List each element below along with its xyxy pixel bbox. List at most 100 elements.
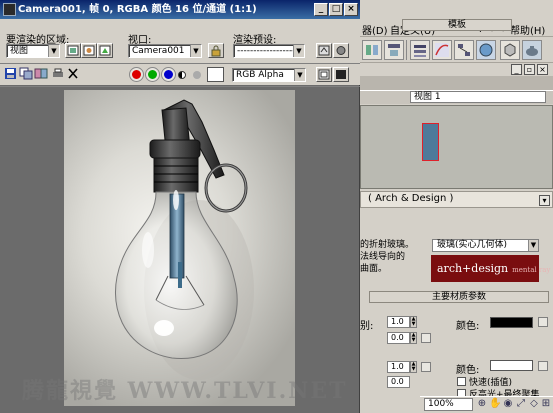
render-output-canvas[interactable] <box>64 90 295 406</box>
edit-region-icon[interactable] <box>65 43 81 58</box>
schematic-view-icon[interactable] <box>454 40 474 60</box>
environment-effects-icon[interactable] <box>333 43 349 58</box>
template-description-line: 法线导向的 <box>360 252 406 262</box>
map-button[interactable] <box>421 362 431 372</box>
maximize-button[interactable]: □ <box>329 3 343 16</box>
auto-region-icon[interactable] <box>81 43 97 58</box>
restore-icon[interactable]: ▫ <box>524 64 535 75</box>
toggle-ui-overlay-icon[interactable] <box>316 67 332 82</box>
render-setup-icon[interactable] <box>316 43 332 58</box>
diffuse-level-label: 别: <box>360 321 374 332</box>
render-preset-select[interactable]: ------------------- ▼ <box>233 44 305 58</box>
save-image-icon[interactable] <box>4 67 20 82</box>
render-setup-icon[interactable] <box>500 40 520 60</box>
template-select-value: 玻璃(实心几何体) <box>437 240 508 250</box>
controls-divider <box>0 63 360 64</box>
area-to-render-value: 视图 <box>10 46 29 56</box>
screen: 器(D) 自定义(U) MAXScript(M) 帮助(H) _ ▫ × 视图 … <box>0 0 553 413</box>
mirror-tool-icon[interactable] <box>362 40 382 60</box>
layer-manager-icon[interactable] <box>410 40 430 60</box>
swatch-color-box[interactable] <box>207 67 224 82</box>
toggle-ui-icon[interactable] <box>333 67 349 82</box>
glossiness-spinner[interactable]: 0.0 <box>387 376 410 388</box>
alpha-channel-toggle[interactable] <box>178 71 186 79</box>
diffuse-color-swatch[interactable] <box>490 317 533 328</box>
minimize-icon[interactable]: _ <box>511 64 522 75</box>
material-type-dropdown-icon[interactable]: ▾ <box>539 195 550 206</box>
watermark-text: 腾龍視覺 WWW.TLVI.NET <box>22 378 348 404</box>
chevron-down-icon: ▼ <box>528 240 538 251</box>
templates-rollout-header[interactable]: 模板 <box>402 19 512 31</box>
spinner-arrows-icon[interactable]: ▲ ▼ <box>410 361 417 373</box>
spinner-arrows-icon[interactable]: ▲ ▼ <box>410 332 417 344</box>
template-select[interactable]: 玻璃(实心几何体) ▼ <box>432 239 539 252</box>
template-description: 的折射玻璃。 法线导向的 曲面。 <box>360 239 428 279</box>
reflectivity-spinner[interactable]: 1.0 <box>387 361 410 373</box>
zoom-icon[interactable]: ⊕ <box>476 398 488 410</box>
zoom-level-select[interactable]: 100% <box>424 398 473 411</box>
chevron-down-icon: ▼ <box>48 45 59 57</box>
minimize-button[interactable]: _ <box>314 3 328 16</box>
main-params-rollout-header[interactable]: 主要材质参数 <box>369 291 549 303</box>
display-channel-value: RGB Alpha <box>236 70 284 80</box>
display-channel-select[interactable]: RGB Alpha ▼ <box>232 68 306 82</box>
lock-viewport-icon[interactable] <box>208 43 224 58</box>
fast-interpolate-checkbox[interactable] <box>457 377 466 386</box>
map-button[interactable] <box>421 333 431 343</box>
clone-frame-icon[interactable] <box>34 67 50 82</box>
render-frame-window: Camera001, 帧 0, RGBA 颜色 16 位/通道 (1:1) _ … <box>0 0 360 413</box>
app-teapot-icon <box>3 3 16 16</box>
view-select[interactable]: 视图 1 <box>410 91 546 103</box>
spinner-arrows-icon[interactable]: ▲ ▼ <box>410 316 417 328</box>
render-window-titlebar[interactable]: Camera001, 帧 0, RGBA 颜色 16 位/通道 (1:1) _ … <box>0 0 360 19</box>
map-button[interactable] <box>538 317 548 327</box>
panel-divider <box>360 76 553 90</box>
print-image-icon[interactable] <box>51 67 67 82</box>
rendered-grenade-bulb <box>114 99 254 380</box>
reflection-color-label: 颜色: <box>456 365 480 376</box>
area-to-render-select[interactable]: 视图 ▼ <box>6 44 60 58</box>
chevron-down-icon: ▼ <box>190 45 201 57</box>
arch-design-logo-text: arch+design <box>437 262 509 275</box>
curve-editor-icon[interactable] <box>432 40 452 60</box>
diffuse-color-label: 颜色: <box>456 321 480 332</box>
align-tool-icon[interactable] <box>384 40 404 60</box>
roughness-spinner[interactable]: 0.0 <box>387 332 410 344</box>
material-editor-icon[interactable] <box>476 40 496 60</box>
green-channel-toggle[interactable] <box>146 68 159 81</box>
render-teapot-icon[interactable] <box>522 40 542 60</box>
toolbar-separator <box>406 40 407 60</box>
toolbar-divider <box>0 86 360 87</box>
map-button[interactable] <box>538 361 548 371</box>
red-channel-toggle[interactable] <box>130 68 143 81</box>
material-sample-slot[interactable] <box>422 123 439 161</box>
mental-ray-logo-text: mental ray <box>512 266 551 274</box>
menu-item-rendering[interactable]: 器(D) <box>362 22 388 37</box>
orbit-icon[interactable]: ◉ <box>502 398 514 410</box>
monochrome-toggle[interactable] <box>193 71 201 79</box>
main-window-controls: _ ▫ × <box>360 63 553 76</box>
viewport-select-value: Camera001 <box>132 46 185 56</box>
reflection-color-swatch[interactable] <box>490 360 533 371</box>
render-window-title: Camera001, 帧 0, RGBA 颜色 16 位/通道 (1:1) <box>18 4 257 15</box>
chevron-down-icon: ▼ <box>293 45 304 57</box>
template-description-line: 的折射玻璃。 <box>360 240 415 250</box>
viewport-select[interactable]: Camera001 ▼ <box>128 44 202 58</box>
clear-icon[interactable] <box>66 67 82 82</box>
material-preview-area <box>360 105 553 189</box>
pan-icon[interactable]: ✋ <box>489 398 501 410</box>
maximize-viewport-icon[interactable]: ⊞ <box>540 398 552 410</box>
fov-icon[interactable]: ◇ <box>528 398 540 410</box>
blue-channel-toggle[interactable] <box>162 68 175 81</box>
menu-item-help[interactable]: 帮助(H) <box>510 22 545 37</box>
template-description-line: 曲面。 <box>360 264 388 274</box>
close-icon[interactable]: × <box>537 64 548 75</box>
main-toolbar <box>360 37 553 63</box>
copy-image-icon[interactable] <box>19 67 35 82</box>
chevron-down-icon: ▼ <box>294 69 305 81</box>
walk-icon[interactable]: ⤢ <box>515 398 527 410</box>
crop-region-icon[interactable] <box>97 43 113 58</box>
close-button[interactable]: × <box>344 3 358 16</box>
material-type-label[interactable]: ( Arch & Design ) <box>368 193 453 204</box>
diffuse-level-spinner[interactable]: 1.0 <box>387 316 410 328</box>
